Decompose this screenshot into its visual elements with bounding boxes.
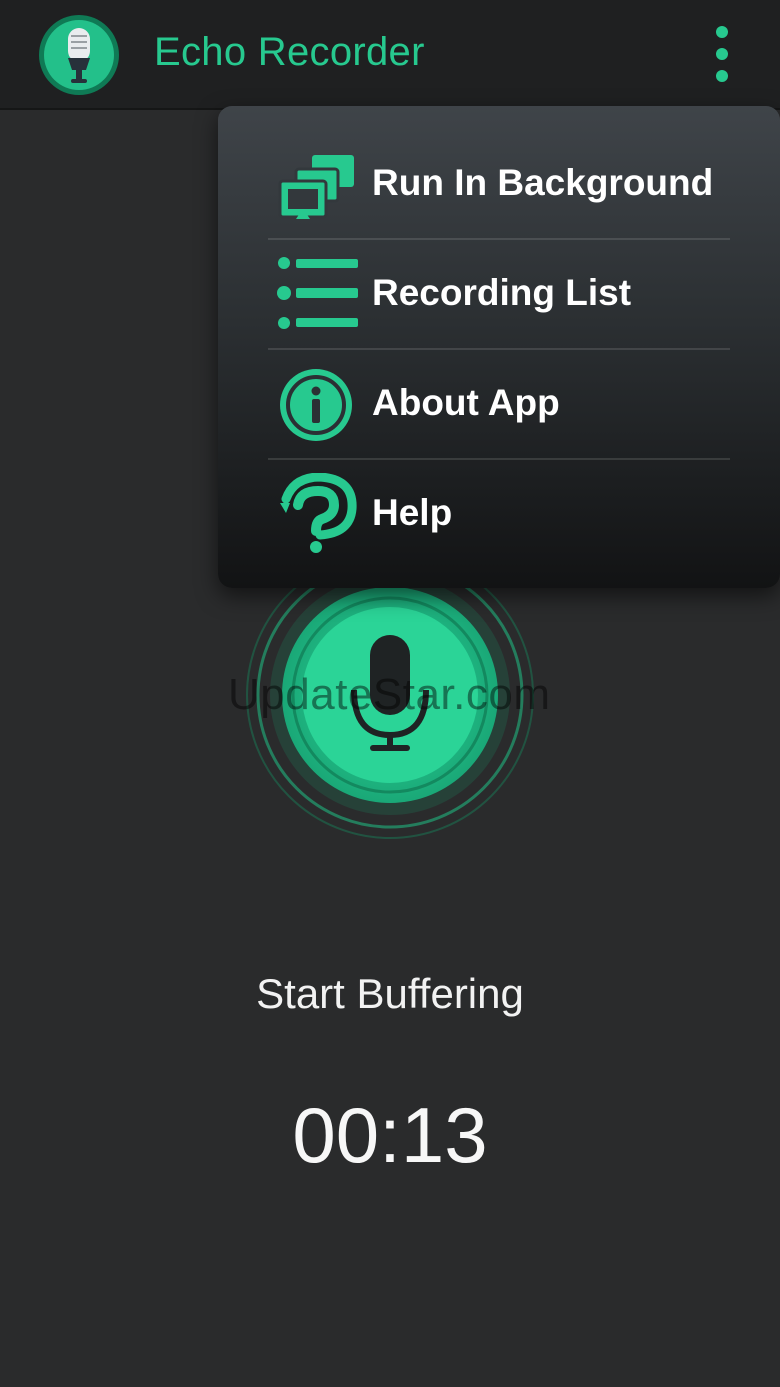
microphone-logo-icon: [39, 15, 119, 95]
list-icon: [277, 257, 358, 329]
menu-item-label: Help: [372, 492, 453, 533]
overflow-popup-menu: Run In Background Recording List About A…: [218, 106, 780, 588]
menu-item-about-app[interactable]: About App: [268, 348, 730, 458]
elapsed-timer: 00:13: [292, 1091, 488, 1179]
menu-item-label: Recording List: [372, 272, 632, 313]
overflow-dot: [716, 48, 728, 60]
watermark: UpdateStar.com: [228, 670, 551, 719]
menu-item-run-in-background[interactable]: Run In Background: [268, 128, 730, 238]
app-title: Echo Recorder: [154, 30, 425, 74]
overflow-dot: [716, 70, 728, 82]
info-icon: [280, 369, 352, 441]
menu-item-recording-list[interactable]: Recording List: [268, 238, 730, 348]
menu-item-help[interactable]: Help: [268, 458, 730, 568]
status-text: Start Buffering: [256, 970, 524, 1017]
menu-item-label: Run In Background: [372, 162, 714, 203]
monitors-icon: [278, 155, 354, 219]
overflow-menu-button[interactable]: [704, 22, 740, 88]
app-bar: Echo Recorder: [0, 0, 780, 110]
overflow-dot: [716, 26, 728, 38]
help-icon: [280, 473, 357, 553]
menu-item-label: About App: [372, 382, 560, 423]
